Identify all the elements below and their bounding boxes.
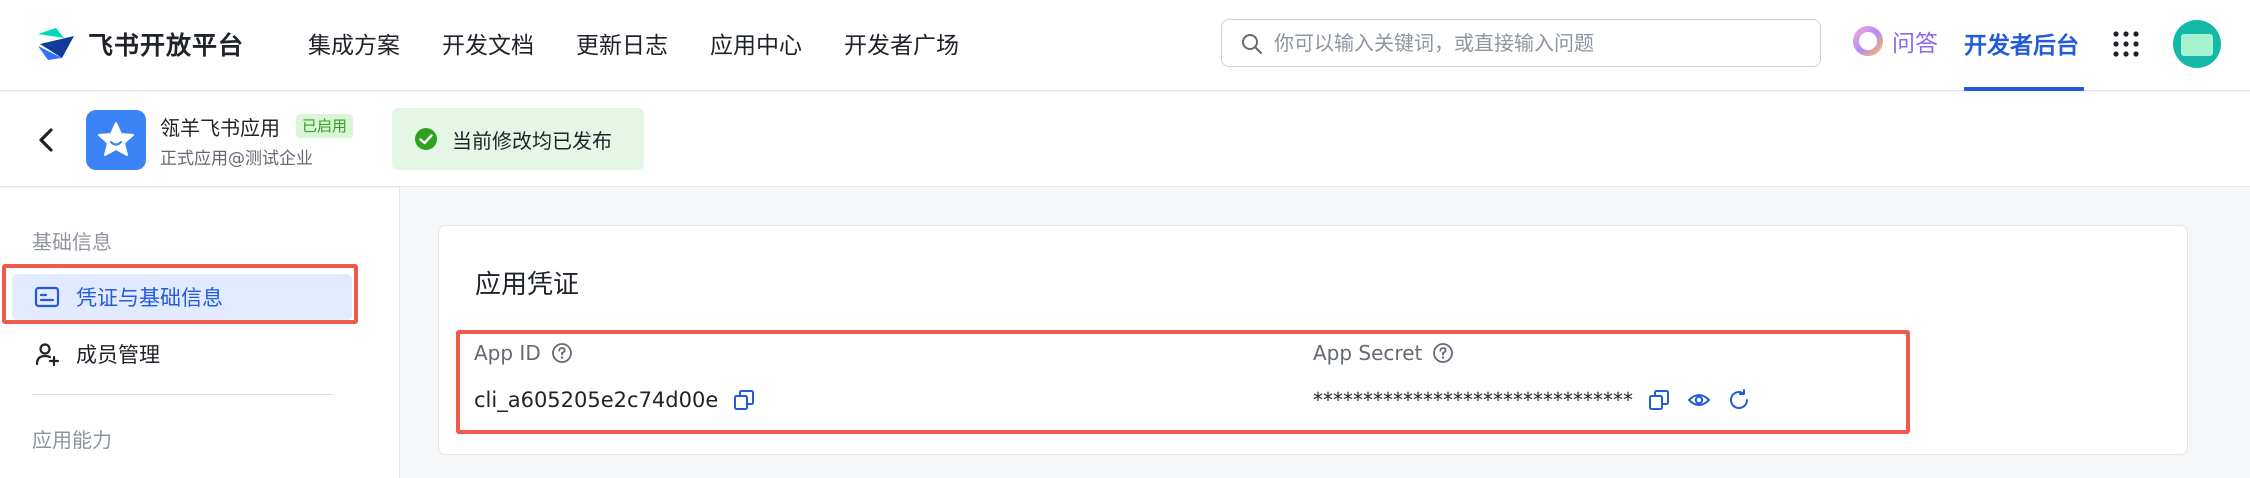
sidebar-section-capabilities: 应用能力 xyxy=(32,428,112,452)
help-circle-icon[interactable] xyxy=(551,342,573,364)
nav-item-solutions[interactable]: 集成方案 xyxy=(308,26,400,60)
credential-card-icon xyxy=(34,286,60,308)
app-header: 瓴羊飞书应用 已启用 正式应用@测试企业 当前修改均已发布 xyxy=(0,92,2250,187)
search-box[interactable] xyxy=(1221,19,1821,67)
search-input[interactable] xyxy=(1274,28,1804,58)
app-secret-value-row: ******************************** xyxy=(1313,388,1751,412)
qa-button[interactable]: 问答 xyxy=(1852,24,1938,58)
nav-item-app-center[interactable]: 应用中心 xyxy=(710,26,802,60)
star-face-icon xyxy=(98,122,134,156)
app-secret-label: App Secret xyxy=(1313,341,1454,365)
sidebar-section-basic: 基础信息 xyxy=(32,230,112,254)
card-title: 应用凭证 xyxy=(475,270,580,300)
publish-status-text: 当前修改均已发布 xyxy=(452,128,612,153)
app-id-value-row: cli_a605205e2c74d00e xyxy=(474,388,756,412)
check-circle-icon xyxy=(415,128,437,150)
nav-item-dev-plaza[interactable]: 开发者广场 xyxy=(844,26,959,60)
copy-icon[interactable] xyxy=(732,388,756,412)
brand-name: 飞书开放平台 xyxy=(88,31,245,60)
eye-icon[interactable] xyxy=(1687,388,1711,412)
help-circle-icon[interactable] xyxy=(1432,342,1454,364)
sidebar-item-members[interactable]: 成员管理 xyxy=(12,331,352,377)
app-id-label-text: App ID xyxy=(474,341,541,365)
user-avatar[interactable] xyxy=(2173,20,2221,68)
sidebar: 基础信息 凭证与基础信息 成员管理 应用能力 xyxy=(0,188,400,478)
avatar-screen-graphic xyxy=(2181,34,2213,56)
main-nav: 集成方案 开发文档 更新日志 应用中心 开发者广场 xyxy=(308,26,1001,60)
copy-icon[interactable] xyxy=(1647,388,1671,412)
app-subtitle: 正式应用@测试企业 xyxy=(160,149,313,169)
refresh-icon[interactable] xyxy=(1727,388,1751,412)
publish-status-banner: 当前修改均已发布 xyxy=(392,108,644,170)
credentials-card: 应用凭证 xyxy=(438,225,2188,455)
app-icon xyxy=(86,110,146,170)
person-add-icon xyxy=(35,343,60,367)
active-tab-indicator xyxy=(1964,87,2084,91)
dev-backend-link[interactable]: 开发者后台 xyxy=(1964,26,2079,60)
sidebar-item-credentials[interactable]: 凭证与基础信息 xyxy=(12,274,352,320)
app-id-label: App ID xyxy=(474,341,573,365)
qa-ring-icon xyxy=(1853,26,1883,56)
status-badge: 已启用 xyxy=(296,114,354,138)
back-arrow-icon[interactable] xyxy=(32,124,60,156)
sidebar-divider xyxy=(32,394,334,395)
app-name: 瓴羊飞书应用 xyxy=(160,116,280,140)
feishu-logo-icon xyxy=(38,28,74,60)
nav-item-changelog[interactable]: 更新日志 xyxy=(576,26,668,60)
qa-label: 问答 xyxy=(1892,31,1938,57)
brand[interactable]: 飞书开放平台 xyxy=(34,24,244,64)
nav-item-docs[interactable]: 开发文档 xyxy=(442,26,534,60)
app-secret-label-text: App Secret xyxy=(1313,341,1423,365)
search-icon xyxy=(1242,34,1262,54)
app-grid-icon[interactable] xyxy=(2111,29,2141,59)
app-secret-value: ******************************** xyxy=(1313,388,1633,412)
top-navigation-bar: 飞书开放平台 集成方案 开发文档 更新日志 应用中心 开发者广场 问答 开发 xyxy=(0,0,2250,91)
sidebar-item-label: 成员管理 xyxy=(76,343,160,367)
app-id-value: cli_a605205e2c74d00e xyxy=(474,388,719,412)
sidebar-item-label: 凭证与基础信息 xyxy=(76,286,223,310)
